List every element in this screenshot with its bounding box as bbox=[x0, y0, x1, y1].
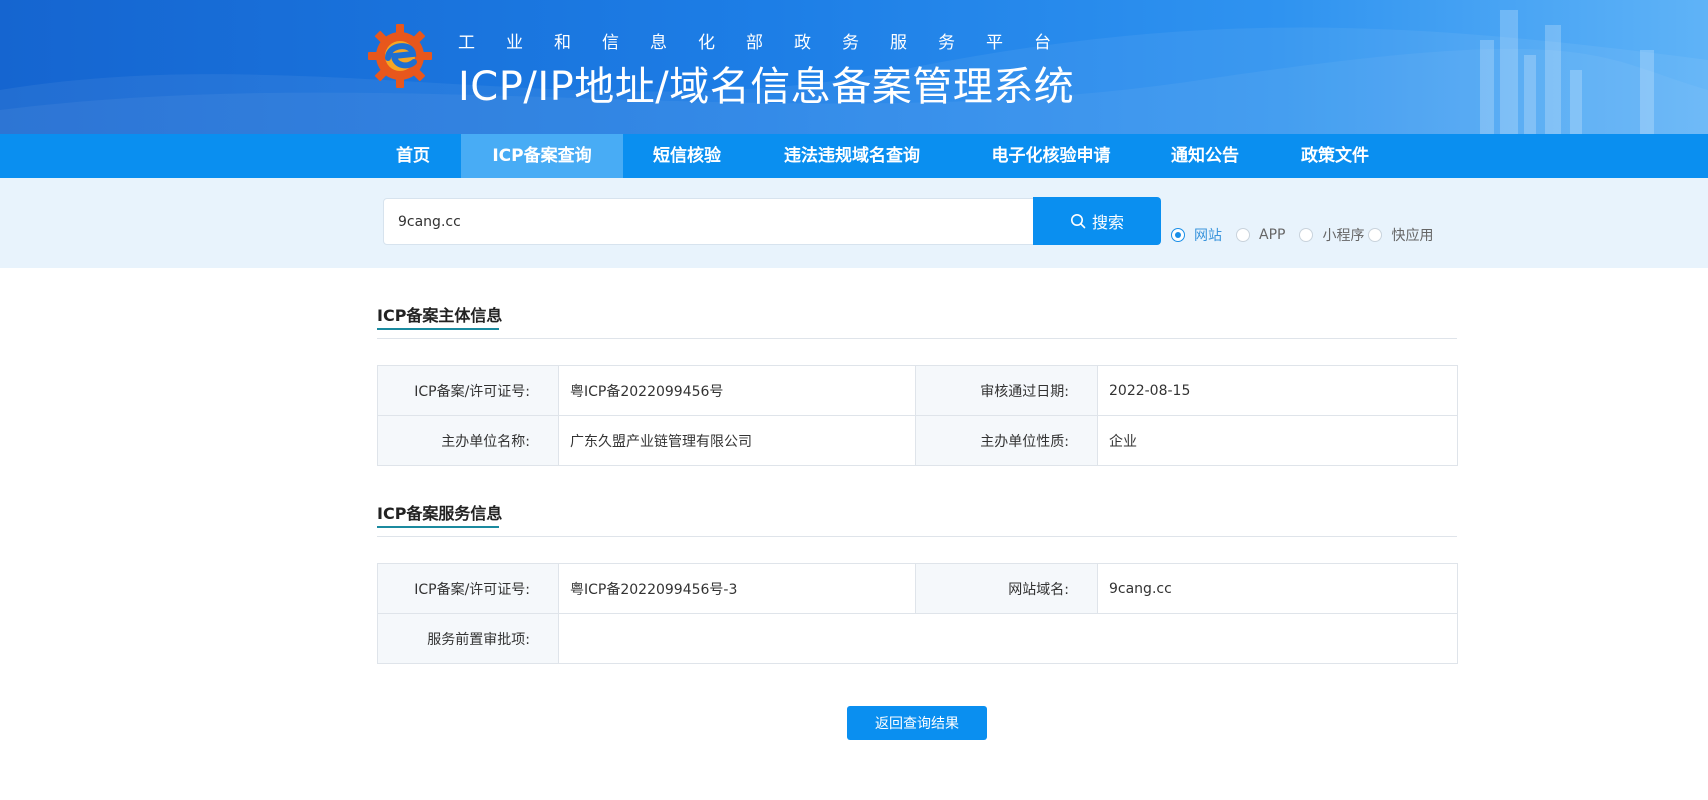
service-license-label: ICP备案/许可证号: bbox=[377, 563, 559, 614]
radio-dot bbox=[1236, 228, 1250, 242]
radio-dot bbox=[1368, 228, 1383, 242]
organizer-name-label: 主办单位名称: bbox=[377, 415, 559, 466]
nav-item-notices[interactable]: 通知公告 bbox=[1162, 134, 1248, 178]
nav-item-e-verify-apply[interactable]: 电子化核验申请 bbox=[976, 134, 1126, 178]
radio-app-label: APP bbox=[1259, 227, 1286, 243]
radio-website-label: 网站 bbox=[1194, 228, 1222, 244]
search-button-label: 搜索 bbox=[1091, 213, 1124, 232]
radio-quick-app-label: 快应用 bbox=[1391, 228, 1434, 244]
service-license-value: 粤ICP备2022099456号-3 bbox=[558, 563, 916, 614]
nav-item-sms-verify[interactable]: 短信核验 bbox=[632, 134, 742, 178]
platform-name: 工业和信息化部政务服务平台 bbox=[458, 33, 1082, 53]
radio-mini-program[interactable]: 小程序 bbox=[1299, 225, 1364, 245]
header-banner: 工业和信息化部政务服务平台 ICP/IP地址/域名信息备案管理系统 bbox=[0, 0, 1708, 134]
subject-info-table: ICP备案/许可证号: 粤ICP备2022099456号 审核通过日期: 202… bbox=[377, 365, 1458, 466]
table-row: ICP备案/许可证号: 粤ICP备2022099456号-3 网站域名: 9ca… bbox=[377, 563, 1458, 614]
section-accent-line bbox=[377, 328, 499, 330]
organizer-name-value: 广东久盟产业链管理有限公司 bbox=[558, 415, 916, 466]
approval-date-value: 2022-08-15 bbox=[1097, 365, 1458, 416]
search-bar: 搜索 网站 APP 小程序 快应用 bbox=[0, 178, 1708, 268]
radio-mini-program-label: 小程序 bbox=[1322, 228, 1365, 244]
pre-approval-label: 服务前置审批项: bbox=[377, 613, 559, 664]
back-to-results-button[interactable]: 返回查询结果 bbox=[847, 706, 987, 740]
organizer-type-value: 企业 bbox=[1097, 415, 1458, 466]
radio-dot bbox=[1171, 228, 1185, 242]
system-title: ICP/IP地址/域名信息备案管理系统 bbox=[458, 64, 1075, 110]
main-nav: 首页 ICP备案查询 短信核验 违法违规域名查询 电子化核验申请 通知公告 政策… bbox=[0, 134, 1708, 178]
subject-info-title: ICP备案主体信息 bbox=[377, 306, 503, 325]
nav-item-illegal-domain-query[interactable]: 违法违规域名查询 bbox=[772, 134, 932, 178]
table-row: ICP备案/许可证号: 粤ICP备2022099456号 审核通过日期: 202… bbox=[377, 365, 1458, 416]
search-button[interactable]: 搜索 bbox=[1033, 197, 1161, 245]
nav-item-policy-docs[interactable]: 政策文件 bbox=[1292, 134, 1378, 178]
nav-item-home[interactable]: 首页 bbox=[376, 134, 450, 178]
website-domain-value: 9cang.cc bbox=[1097, 563, 1458, 614]
radio-app[interactable]: APP bbox=[1236, 227, 1285, 243]
section-accent-line bbox=[377, 526, 499, 528]
miit-logo-icon bbox=[368, 24, 432, 88]
organizer-type-label: 主办单位性质: bbox=[915, 415, 1098, 466]
search-type-group: 网站 APP 小程序 快应用 bbox=[1171, 226, 1447, 244]
service-info-table: ICP备案/许可证号: 粤ICP备2022099456号-3 网站域名: 9ca… bbox=[377, 563, 1458, 664]
table-row: 主办单位名称: 广东久盟产业链管理有限公司 主办单位性质: 企业 bbox=[377, 415, 1458, 466]
nav-item-icp-query[interactable]: ICP备案查询 bbox=[461, 134, 623, 178]
service-info-title: ICP备案服务信息 bbox=[377, 504, 503, 523]
pre-approval-value bbox=[558, 613, 1458, 664]
approval-date-label: 审核通过日期: bbox=[915, 365, 1098, 416]
license-number-value: 粤ICP备2022099456号 bbox=[558, 365, 916, 416]
search-input[interactable] bbox=[383, 198, 1034, 245]
table-row: 服务前置审批项: bbox=[377, 613, 1458, 664]
radio-dot bbox=[1299, 228, 1314, 242]
website-domain-label: 网站域名: bbox=[915, 563, 1098, 614]
section-divider bbox=[377, 536, 1457, 537]
radio-website[interactable]: 网站 bbox=[1171, 225, 1222, 245]
search-icon bbox=[1070, 214, 1086, 229]
radio-quick-app[interactable]: 快应用 bbox=[1368, 225, 1433, 245]
section-divider bbox=[377, 338, 1457, 339]
license-number-label: ICP备案/许可证号: bbox=[377, 365, 559, 416]
